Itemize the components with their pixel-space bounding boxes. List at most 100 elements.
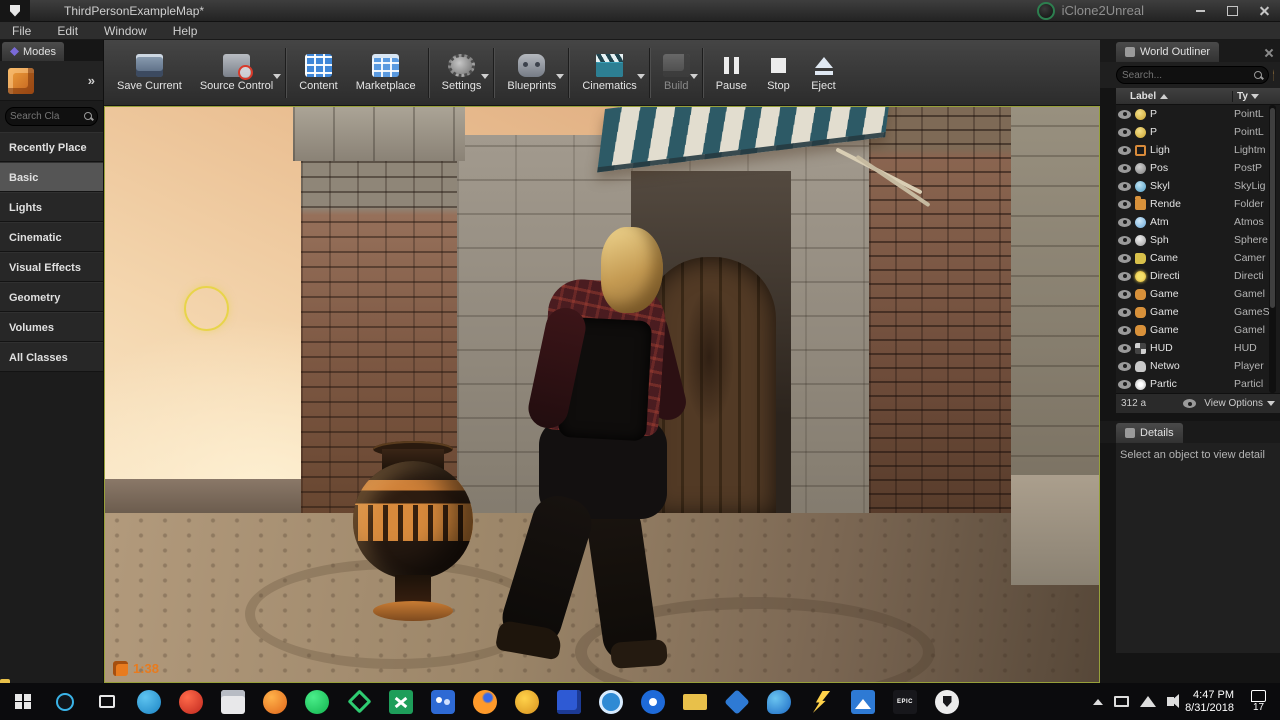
cortana-search-icon[interactable] bbox=[44, 683, 86, 720]
tab-details[interactable]: Details bbox=[1116, 423, 1183, 443]
outliner-row[interactable]: Partic Particl bbox=[1116, 375, 1280, 393]
app-orange-round-icon[interactable] bbox=[254, 683, 296, 720]
modes-item-volumes[interactable]: Volumes bbox=[0, 312, 103, 342]
chevron-down-icon[interactable] bbox=[556, 73, 565, 79]
column-header-type[interactable]: Ty bbox=[1232, 90, 1280, 102]
visibility-eye-icon[interactable] bbox=[1118, 235, 1131, 245]
marketplace-button[interactable]: Marketplace bbox=[347, 43, 425, 103]
outliner-row[interactable]: Sph Sphere bbox=[1116, 231, 1280, 249]
visibility-eye-icon[interactable] bbox=[1118, 253, 1131, 263]
outliner-row[interactable]: Directi Directi bbox=[1116, 267, 1280, 285]
visibility-eye-icon[interactable] bbox=[1118, 271, 1131, 281]
stop-button[interactable]: Stop bbox=[756, 43, 801, 103]
visibility-eye-icon[interactable] bbox=[1118, 307, 1131, 317]
visibility-eye-icon[interactable] bbox=[1118, 361, 1131, 371]
visibility-eye-icon[interactable] bbox=[1118, 343, 1131, 353]
app-blue-square-icon[interactable] bbox=[548, 683, 590, 720]
app-blue-round-icon[interactable] bbox=[128, 683, 170, 720]
cinematics-button[interactable]: Cinematics bbox=[573, 43, 645, 103]
outliner-row[interactable]: P PointL bbox=[1116, 105, 1280, 123]
menu-file[interactable]: File bbox=[12, 24, 31, 38]
taskbar-clock[interactable]: 4:47 PM 8/31/2018 bbox=[1185, 689, 1234, 715]
close-icon[interactable] bbox=[1264, 48, 1274, 58]
settings-button[interactable]: Settings bbox=[433, 43, 491, 103]
outliner-scrollbar[interactable] bbox=[1269, 105, 1276, 393]
menu-edit[interactable]: Edit bbox=[57, 24, 78, 38]
pause-button[interactable]: Pause bbox=[707, 43, 756, 103]
modes-item-geometry[interactable]: Geometry bbox=[0, 282, 103, 312]
app-blue-dot-icon[interactable] bbox=[632, 683, 674, 720]
close-button[interactable] bbox=[1248, 0, 1280, 21]
pc-display-icon[interactable] bbox=[1114, 696, 1130, 707]
blueprints-button[interactable]: Blueprints bbox=[498, 43, 565, 103]
expand-chevron-icon[interactable]: » bbox=[88, 73, 95, 88]
outliner-row[interactable]: Game Gamel bbox=[1116, 285, 1280, 303]
view-options-button[interactable]: View Options bbox=[1204, 398, 1263, 409]
visibility-eye-icon[interactable] bbox=[1118, 163, 1131, 173]
chevron-down-icon[interactable] bbox=[273, 73, 282, 79]
chevron-down-icon[interactable] bbox=[636, 73, 645, 79]
column-header-label[interactable]: Label bbox=[1116, 91, 1232, 102]
visibility-eye-icon[interactable] bbox=[1118, 289, 1131, 299]
camera-blue-icon[interactable] bbox=[590, 683, 632, 720]
modes-item-all-classes[interactable]: All Classes bbox=[0, 342, 103, 372]
tab-modes[interactable]: Modes bbox=[2, 42, 65, 61]
browser-orange-icon[interactable] bbox=[464, 683, 506, 720]
chevron-down-icon[interactable] bbox=[1267, 401, 1275, 406]
content-button[interactable]: Content bbox=[290, 43, 347, 103]
visibility-eye-icon[interactable] bbox=[1118, 379, 1131, 389]
volume-icon[interactable] bbox=[1167, 694, 1180, 708]
visibility-eye-icon[interactable] bbox=[1118, 217, 1131, 227]
source-control-button[interactable]: Source Control bbox=[191, 43, 282, 103]
menu-help[interactable]: Help bbox=[173, 24, 198, 38]
maximize-button[interactable] bbox=[1216, 0, 1248, 21]
outliner-row[interactable]: HUD HUD bbox=[1116, 339, 1280, 357]
modes-item-recently-placed[interactable]: Recently Place bbox=[0, 132, 103, 162]
task-view-icon[interactable] bbox=[86, 683, 128, 720]
app-red-round-icon[interactable] bbox=[170, 683, 212, 720]
dropbox-icon[interactable] bbox=[716, 683, 758, 720]
calculator-icon[interactable] bbox=[212, 683, 254, 720]
outliner-row[interactable]: Netwo Player bbox=[1116, 357, 1280, 375]
filter-icon[interactable] bbox=[1250, 93, 1259, 99]
outliner-row[interactable]: Rende Folder bbox=[1116, 195, 1280, 213]
diagram-green-icon[interactable] bbox=[338, 683, 380, 720]
excel-icon[interactable] bbox=[380, 683, 422, 720]
photos-icon[interactable] bbox=[842, 683, 884, 720]
epic-games-launcher-icon[interactable]: EPIC bbox=[884, 683, 926, 720]
unreal-engine-icon[interactable] bbox=[926, 683, 968, 720]
lightning-icon[interactable] bbox=[800, 683, 842, 720]
chevron-down-icon[interactable] bbox=[481, 73, 490, 79]
minimize-button[interactable] bbox=[1184, 0, 1216, 21]
visibility-eye-icon[interactable] bbox=[1118, 199, 1131, 209]
network-icon[interactable] bbox=[1140, 696, 1157, 707]
visibility-eye-icon[interactable] bbox=[1118, 109, 1131, 119]
visibility-eye-icon[interactable] bbox=[1118, 325, 1131, 335]
windows-start-icon[interactable] bbox=[2, 683, 44, 720]
visibility-eye-icon[interactable] bbox=[1118, 181, 1131, 191]
modes-search-input[interactable] bbox=[10, 111, 84, 122]
outliner-row[interactable]: P PointL bbox=[1116, 123, 1280, 141]
outliner-row[interactable]: Pos PostP bbox=[1116, 159, 1280, 177]
modes-item-cinematic[interactable]: Cinematic bbox=[0, 222, 103, 252]
menu-window[interactable]: Window bbox=[104, 24, 147, 38]
eject-button[interactable]: Eject bbox=[801, 43, 846, 103]
game-viewport[interactable]: 1:38 bbox=[104, 106, 1100, 683]
action-center[interactable]: 17 bbox=[1245, 690, 1272, 713]
app-gold-round-icon[interactable] bbox=[506, 683, 548, 720]
scrollbar-thumb[interactable] bbox=[1270, 108, 1275, 308]
modes-item-visual-effects[interactable]: Visual Effects bbox=[0, 252, 103, 282]
edge-icon[interactable] bbox=[758, 683, 800, 720]
visibility-eye-icon[interactable] bbox=[1118, 145, 1131, 155]
modes-item-lights[interactable]: Lights bbox=[0, 192, 103, 222]
outliner-row[interactable]: Atm Atmos bbox=[1116, 213, 1280, 231]
modes-item-basic[interactable]: Basic bbox=[0, 162, 103, 192]
save-current-button[interactable]: Save Current bbox=[108, 43, 191, 103]
app-green-round-icon[interactable] bbox=[296, 683, 338, 720]
place-mode-cube-icon[interactable] bbox=[8, 67, 34, 94]
visibility-eye-icon[interactable] bbox=[1118, 127, 1131, 137]
outliner-row[interactable]: Came Camer bbox=[1116, 249, 1280, 267]
people-blue-icon[interactable] bbox=[422, 683, 464, 720]
folder-yellow-icon[interactable] bbox=[674, 683, 716, 720]
outliner-row[interactable]: Game Gamel bbox=[1116, 321, 1280, 339]
